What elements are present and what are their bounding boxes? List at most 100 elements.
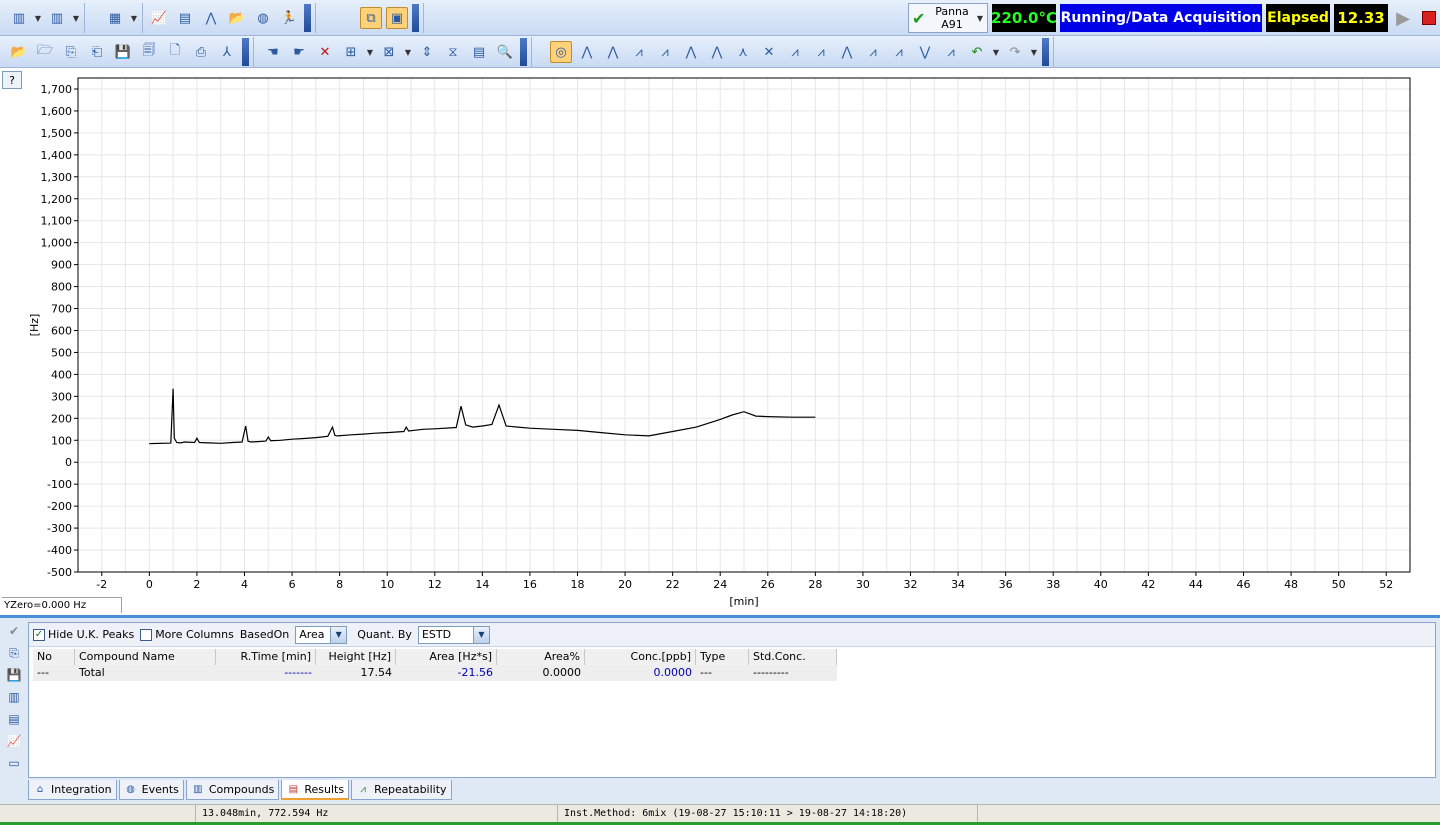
chevron-down-icon[interactable]: ▼ [366,48,374,57]
peak-14-icon[interactable]: ⋁ [914,41,936,63]
add-icon[interactable]: ☚ [262,41,284,63]
col-compound-name[interactable]: Compound Name [75,649,216,665]
checkbox-unchecked-icon[interactable] [140,628,153,641]
load-sequence-icon[interactable]: ⎗ [86,41,108,63]
peak-5-icon[interactable]: ⋀ [680,41,702,63]
chevron-down-icon[interactable]: ▼ [404,48,412,57]
save-all-icon[interactable]: 🗐 [138,41,160,63]
col-height[interactable]: Height [Hz] [316,649,396,665]
checkbox-checked-icon[interactable]: ✓ [33,628,45,641]
stop-button[interactable] [1418,7,1440,29]
print-preview-icon[interactable]: 🗋 [164,41,186,63]
y-tick-label: 200 [51,412,72,425]
based-on-select[interactable]: Area ▼ [295,625,348,644]
table-icon[interactable]: ▤ [468,41,490,63]
open-folder-icon[interactable]: 📂 [226,7,248,29]
collapse-vertical-icon[interactable]: ⧖ [442,41,464,63]
run-icon[interactable]: 🏃 [278,7,300,29]
more-columns-checkbox[interactable]: More Columns [140,628,234,641]
chevron-down-icon[interactable]: ▼ [472,626,489,643]
col-area[interactable]: Area [Hz*s] [396,649,497,665]
instrument-selector[interactable]: ✔ Panna A91 ▼ [908,3,988,33]
peak-2-icon[interactable]: ⋀ [602,41,624,63]
toolbar-grip[interactable] [242,38,249,66]
chevron-down-icon[interactable]: ▼ [992,48,1000,57]
chevron-down-icon[interactable]: ▼ [976,14,984,23]
export-pdf-icon[interactable]: ⅄ [216,41,238,63]
integrate-icon[interactable]: ◎ [550,41,572,63]
compound-library-icon[interactable]: ▥ [4,688,24,706]
chevron-down-icon[interactable]: ▼ [130,14,138,23]
copy-icon[interactable]: ⎘ [4,644,24,662]
col-conc[interactable]: Conc.[ppb] [585,649,696,665]
load-method-icon[interactable]: ⎘ [60,41,82,63]
report-icon[interactable]: ▤ [174,7,196,29]
col-type[interactable]: Type [696,649,749,665]
col-no[interactable]: No [33,649,75,665]
chart-icon[interactable]: 📈 [148,7,170,29]
zoom-chart-icon[interactable]: ⊞ [340,41,362,63]
save-icon[interactable]: 💾 [112,41,134,63]
peak-6-icon[interactable]: ⋀ [706,41,728,63]
redo-icon[interactable]: ↷ [1004,41,1026,63]
x-tick-label: 38 [1046,578,1060,591]
quant-by-select[interactable]: ESTD ▼ [417,625,490,644]
peak-1-icon[interactable]: ⋀ [576,41,598,63]
help-button[interactable]: ? [2,71,22,89]
hide-uk-peaks-checkbox[interactable]: ✓ Hide U.K. Peaks [33,628,134,641]
calibration-chart-icon[interactable]: 📈 [4,732,24,750]
remove-icon[interactable]: ☛ [288,41,310,63]
y-tick-label: 600 [51,324,72,337]
toolbar-grip[interactable] [1042,38,1049,66]
col-area-percent[interactable]: Area% [497,649,585,665]
toolbar-grip[interactable] [304,4,311,32]
magnify-icon[interactable]: 🔍 [494,41,516,63]
peak-3-icon[interactable]: ⩘ [628,41,650,63]
tab-events[interactable]: ◍ Events [118,780,184,800]
open-icon[interactable]: 📂 [8,41,30,63]
chevron-down-icon[interactable]: ▼ [330,626,347,643]
peak-11-icon[interactable]: ⋀ [836,41,858,63]
toolbar-grip[interactable] [412,4,419,32]
open-multi-icon[interactable]: 🗁 [34,41,56,63]
globe-icon[interactable]: ◍ [252,7,274,29]
toolbar-group-instruments: ▥ ▼ ▥ ▼ [4,3,85,33]
peak-4-icon[interactable]: ⩘ [654,41,676,63]
layout-grid-icon[interactable]: ▦ [104,7,126,29]
axis-icon[interactable]: ⊠ [378,41,400,63]
peak-9-icon[interactable]: ⩘ [784,41,806,63]
col-std-conc[interactable]: Std.Conc. [749,649,837,665]
table-row[interactable]: --- Total ------- 17.54 -21.56 0.0000 0.… [33,665,837,681]
chevron-down-icon[interactable]: ▼ [1030,48,1038,57]
chromatogram-chart[interactable]: -500-400-300-200-10001002003004005006007… [0,70,1440,615]
layout-icon[interactable]: ▭ [4,754,24,772]
instrument-2-icon[interactable]: ▥ [46,7,68,29]
tab-compounds[interactable]: ▥ Compounds [185,780,280,800]
peak-8-icon[interactable]: ✕ [758,41,780,63]
col-rtime[interactable]: R.Time [min] [216,649,316,665]
expand-vertical-icon[interactable]: ⇕ [416,41,438,63]
peak-icon[interactable]: ⋀ [200,7,222,29]
sample-view-icon[interactable]: ▣ [386,7,408,29]
tree-view-icon[interactable]: ⧉ [360,7,382,29]
peak-7-icon[interactable]: ⋏ [732,41,754,63]
instrument-1-icon[interactable]: ▥ [8,7,30,29]
tab-repeatability[interactable]: ⩘ Repeatability [351,780,452,800]
play-icon[interactable]: ▶ [1392,6,1414,30]
peak-15-icon[interactable]: ⩘ [940,41,962,63]
peak-10-icon[interactable]: ⩘ [810,41,832,63]
check-icon[interactable]: ✔ [4,622,24,640]
peak-12-icon[interactable]: ⩘ [862,41,884,63]
y-axis-label: [Hz] [28,314,41,337]
toolbar-grip[interactable] [520,38,527,66]
peak-13-icon[interactable]: ⩘ [888,41,910,63]
chevron-down-icon[interactable]: ▼ [34,14,42,23]
list-icon[interactable]: ▤ [4,710,24,728]
undo-icon[interactable]: ↶ [966,41,988,63]
print-icon[interactable]: ⎙ [190,41,212,63]
tab-integration[interactable]: ⌂ Integration [28,780,117,800]
delete-icon[interactable]: ✕ [314,41,336,63]
tab-results[interactable]: ▤ Results [281,780,350,800]
save-results-icon[interactable]: 💾 [4,666,24,684]
chevron-down-icon[interactable]: ▼ [72,14,80,23]
